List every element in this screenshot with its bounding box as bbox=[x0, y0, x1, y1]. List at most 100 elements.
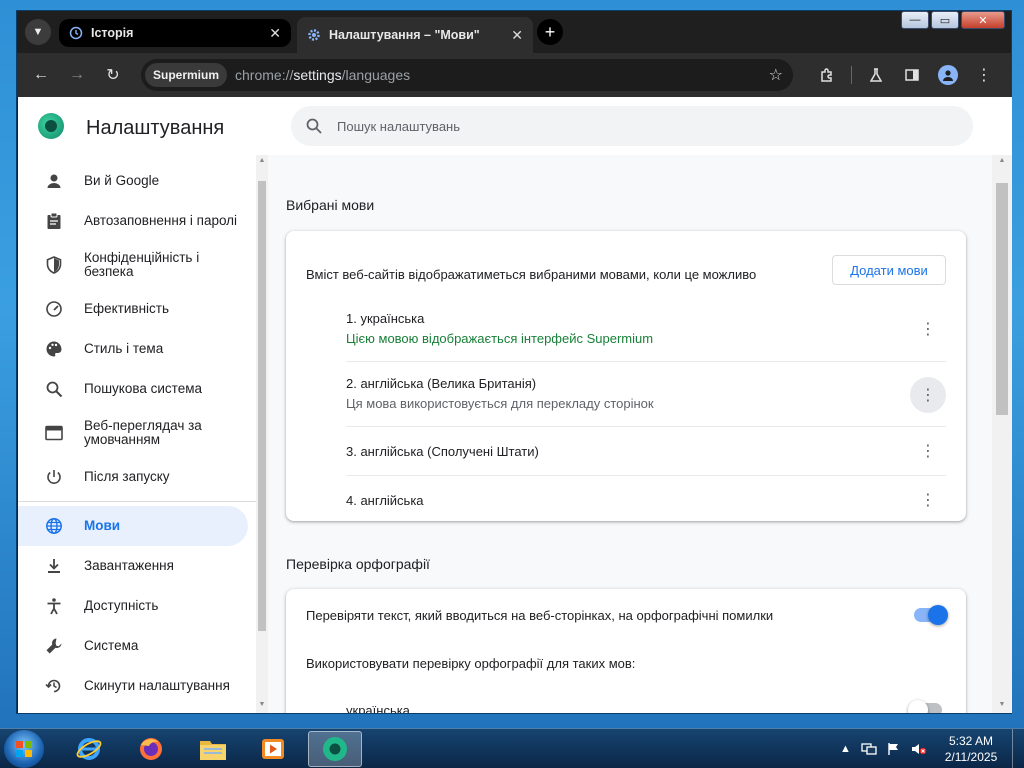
clipboard-icon bbox=[44, 211, 64, 231]
language-name: 3. англійська (Сполучені Штати) bbox=[346, 444, 539, 459]
arrow-left-icon: ← bbox=[33, 66, 49, 83]
scroll-up-arrow-icon[interactable]: ▲ bbox=[258, 157, 266, 167]
settings-search[interactable] bbox=[291, 106, 973, 146]
close-icon[interactable]: ✕ bbox=[269, 25, 281, 42]
main-scrollbar-thumb[interactable] bbox=[996, 183, 1008, 415]
clock[interactable]: 5:32 AM 2/11/2025 bbox=[936, 733, 1006, 765]
firefox-icon[interactable] bbox=[124, 731, 178, 767]
wrench-icon bbox=[44, 636, 64, 656]
shield-icon bbox=[44, 255, 64, 275]
search-icon bbox=[44, 379, 64, 399]
page-title: Налаштування bbox=[86, 117, 225, 139]
spellcheck-language-toggle[interactable] bbox=[908, 700, 942, 713]
start-button[interactable] bbox=[4, 730, 44, 768]
tab-label: Історія bbox=[91, 26, 134, 40]
sidebar-item-on-startup[interactable]: Після запуску bbox=[18, 457, 248, 497]
maximize-button[interactable]: ▭ bbox=[931, 11, 959, 29]
toolbar: ← → ↻ Supermium chrome://settings/langua… bbox=[17, 53, 1011, 97]
spellcheck-section-title: Перевірка орфографії bbox=[286, 556, 430, 572]
menu-button[interactable]: ⋮ bbox=[966, 57, 1002, 93]
settings-page: Налаштування Ви й Google Автозаповнення … bbox=[18, 97, 1012, 713]
address-bar[interactable]: Supermium chrome://settings/languages ☆ bbox=[141, 59, 793, 91]
star-icon[interactable]: ☆ bbox=[769, 65, 783, 85]
supermium-logo bbox=[38, 113, 64, 139]
spellcheck-card: Перевіряти текст, який вводиться на веб-… bbox=[286, 589, 966, 713]
labs-button[interactable] bbox=[858, 57, 894, 93]
flag-icon[interactable] bbox=[887, 742, 901, 756]
site-chip[interactable]: Supermium bbox=[145, 63, 228, 87]
sidebar-item-performance[interactable]: Ефективність bbox=[18, 289, 248, 329]
scroll-down-arrow-icon[interactable]: ▼ bbox=[997, 701, 1007, 711]
scroll-up-arrow-icon[interactable]: ▲ bbox=[997, 157, 1007, 167]
more-vert-icon[interactable]: ⋮ bbox=[910, 482, 946, 518]
tab-history[interactable]: Історія ✕ bbox=[59, 19, 291, 47]
sidebar-divider bbox=[18, 501, 256, 502]
add-languages-button[interactable]: Додати мови bbox=[832, 255, 946, 285]
sidebar-item-privacy[interactable]: Конфіденційність і безпека bbox=[18, 241, 248, 289]
network-icon[interactable] bbox=[861, 742, 877, 756]
more-vert-icon: ⋮ bbox=[976, 67, 992, 84]
sidebar-item-reset[interactable]: Скинути налаштування bbox=[18, 666, 248, 706]
more-vert-icon[interactable]: ⋮ bbox=[910, 377, 946, 413]
tab-search-button[interactable]: ▼ bbox=[25, 19, 51, 45]
reload-icon: ↻ bbox=[106, 67, 120, 84]
download-icon bbox=[44, 556, 64, 576]
extensions-button[interactable] bbox=[809, 57, 845, 93]
sidebar-item-you-and-google[interactable]: Ви й Google bbox=[18, 161, 248, 201]
file-explorer-icon[interactable] bbox=[186, 731, 240, 767]
sidebar-item-downloads[interactable]: Завантаження bbox=[18, 546, 248, 586]
show-hidden-icons-icon[interactable]: ▲ bbox=[840, 743, 851, 755]
power-icon bbox=[44, 467, 64, 487]
more-vert-icon[interactable]: ⋮ bbox=[910, 311, 946, 347]
sidebar-item-autofill[interactable]: Автозаповнення і паролі bbox=[18, 201, 248, 241]
sidebar-item-default-browser[interactable]: Веб-переглядач за умовчанням bbox=[18, 409, 248, 457]
history-icon bbox=[69, 26, 83, 40]
language-row-english: 4. англійська ⋮ bbox=[346, 475, 946, 521]
close-icon[interactable]: ✕ bbox=[511, 27, 523, 44]
side-panel-button[interactable] bbox=[894, 57, 930, 93]
language-row-english-uk: 2. англійська (Велика Британія) Ця мова … bbox=[346, 361, 946, 426]
show-desktop-button[interactable] bbox=[1012, 729, 1024, 768]
internet-explorer-icon[interactable] bbox=[62, 731, 116, 767]
sidebar-scrollbar-thumb[interactable] bbox=[258, 181, 266, 631]
language-subtitle: Цією мовою відображається інтерфейс Supe… bbox=[346, 331, 654, 346]
windows-logo-icon bbox=[16, 741, 32, 757]
language-name: 2. англійська (Велика Британія) bbox=[346, 376, 537, 391]
avatar-icon bbox=[938, 65, 958, 85]
search-input[interactable] bbox=[337, 118, 837, 134]
close-window-button[interactable]: ✕ bbox=[961, 11, 1005, 29]
new-tab-button[interactable]: + bbox=[537, 19, 563, 45]
language-name: 4. англійська bbox=[346, 493, 424, 508]
volume-muted-icon[interactable] bbox=[911, 742, 927, 756]
tab-settings-languages[interactable]: Налаштування – "Мови" ✕ bbox=[297, 17, 533, 53]
sidebar-item-accessibility[interactable]: Доступність bbox=[18, 586, 248, 626]
profile-button[interactable] bbox=[930, 57, 966, 93]
language-name: 1. українська bbox=[346, 311, 425, 326]
scroll-down-arrow-icon[interactable]: ▼ bbox=[258, 701, 266, 711]
browser-window: ▼ Історія ✕ Налаштування – "Мови" ✕ + — … bbox=[16, 10, 1012, 714]
tab-label: Налаштування – "Мови" bbox=[329, 28, 480, 42]
toolbar-divider bbox=[851, 66, 852, 84]
more-vert-icon[interactable]: ⋮ bbox=[910, 433, 946, 469]
accessibility-icon bbox=[44, 596, 64, 616]
sidebar-item-search-engine[interactable]: Пошукова система bbox=[18, 369, 248, 409]
supermium-taskbar-icon[interactable] bbox=[308, 731, 362, 767]
palette-icon bbox=[44, 339, 64, 359]
media-player-icon[interactable] bbox=[246, 731, 300, 767]
spellcheck-languages-label: Використовувати перевірку орфографії для… bbox=[306, 656, 636, 671]
reload-button[interactable]: ↻ bbox=[95, 57, 131, 93]
language-row-ukrainian: 1. українська Цією мовою відображається … bbox=[346, 301, 946, 361]
forward-button[interactable]: → bbox=[59, 57, 95, 93]
sidebar-item-languages[interactable]: Мови bbox=[18, 506, 248, 546]
spellcheck-toggle[interactable] bbox=[914, 605, 948, 625]
url-text[interactable]: chrome://settings/languages bbox=[235, 67, 410, 83]
back-button[interactable]: ← bbox=[23, 57, 59, 93]
sidebar-item-appearance[interactable]: Стиль і тема bbox=[18, 329, 248, 369]
minimize-button[interactable]: — bbox=[901, 11, 929, 29]
toggle-knob bbox=[908, 700, 928, 713]
sidebar-item-system[interactable]: Система bbox=[18, 626, 248, 666]
languages-section-title: Вибрані мови bbox=[286, 197, 375, 213]
reset-history-icon bbox=[44, 676, 64, 696]
spellcheck-language-name: українська bbox=[346, 703, 410, 713]
settings-main: Вибрані мови Вміст веб-сайтів відображат… bbox=[268, 155, 992, 713]
